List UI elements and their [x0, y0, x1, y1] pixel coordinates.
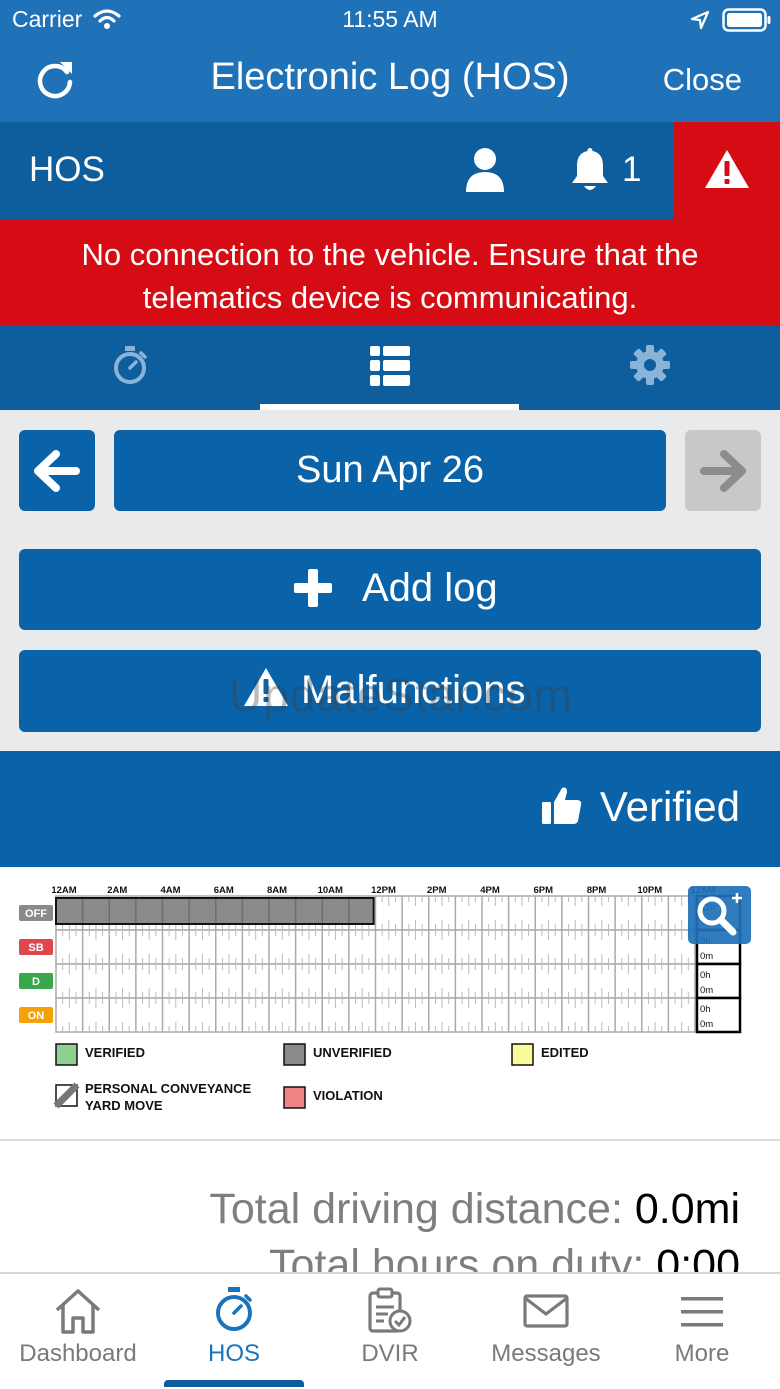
time-label: 2PM	[427, 885, 447, 896]
nav-dvir[interactable]: DVIR	[312, 1274, 468, 1387]
legend-yard-move: YARD MOVE	[85, 1098, 163, 1113]
time-label: 6PM	[533, 885, 553, 896]
row-total-minutes: 0m	[700, 985, 713, 996]
verified-label: Verified	[599, 783, 740, 830]
nav-dashboard[interactable]: Dashboard	[0, 1274, 156, 1387]
row-label-off: OFF	[25, 908, 47, 920]
time-label: 10PM	[637, 885, 662, 896]
battery-icon	[722, 8, 771, 32]
nav-more-label: More	[674, 1340, 730, 1367]
row-label-sb: SB	[28, 942, 43, 954]
time-label: 8PM	[587, 885, 607, 896]
time-label: 12PM	[371, 885, 396, 896]
selected-date: Sun Apr 26	[295, 449, 485, 491]
time-label: 2AM	[107, 885, 127, 896]
driving-distance-value: 0.0mi	[634, 1185, 740, 1233]
nav-hos[interactable]: HOS	[156, 1274, 312, 1387]
alert-button[interactable]	[674, 122, 780, 219]
nav-dashboard-label: Dashboard	[19, 1340, 137, 1367]
add-log-button[interactable]: Add log	[19, 549, 761, 630]
status-bar: 11:55 AM Carrier	[0, 0, 780, 40]
row-total-minutes: 0m	[700, 1019, 713, 1030]
nav-dvir-label: DVIR	[361, 1340, 419, 1367]
nav-messages[interactable]: Messages	[468, 1274, 624, 1387]
arrow-left-icon	[34, 450, 80, 492]
app-header: Electronic Log (HOS) Close	[0, 40, 780, 122]
tab-logs[interactable]	[370, 346, 410, 386]
warning-icon	[705, 150, 749, 188]
time-label: 10AM	[318, 885, 343, 896]
bell-icon[interactable]	[569, 146, 611, 194]
total-driving-distance: Total driving distance: 0.0mi	[209, 1185, 740, 1234]
legend-verified-swatch	[55, 1043, 78, 1066]
zoom-button[interactable]	[688, 886, 751, 944]
bottom-navigation: Dashboard HOS DVIR Messages More	[0, 1272, 780, 1389]
plus-icon	[294, 569, 332, 607]
hos-bar: HOS 1	[0, 122, 780, 219]
wifi-icon	[93, 9, 121, 29]
legend-unverified-swatch	[283, 1043, 306, 1066]
verified-status-bar[interactable]: Verified	[0, 751, 780, 867]
close-button[interactable]: Close	[663, 62, 742, 98]
menu-icon	[681, 1297, 723, 1327]
time-label: 6AM	[214, 885, 234, 896]
hours-on-duty-value: 0:00	[656, 1241, 740, 1272]
active-nav-indicator	[164, 1380, 304, 1387]
tab-settings[interactable]	[630, 345, 670, 385]
connection-warning-banner: No connection to the vehicle. Ensure tha…	[0, 219, 780, 326]
legend-verified: VERIFIED	[85, 1045, 145, 1060]
hours-on-duty-label: Total hours on duty:	[269, 1241, 645, 1272]
legend-violation: VIOLATION	[313, 1088, 383, 1103]
off-duty-bar	[55, 897, 375, 925]
hos-section-label: HOS	[29, 150, 105, 189]
notification-count[interactable]: 1	[622, 150, 641, 190]
time-label: 4PM	[480, 885, 500, 896]
hos-log-graph: 12AM 2AM 4AM 6AM 8AM 10AM 12PM 2PM 4PM 6PM 8PM 10PM…	[0, 867, 780, 1139]
row-label-d: D	[32, 976, 40, 988]
legend-edited-swatch	[511, 1043, 534, 1066]
stopwatch-icon	[216, 1287, 252, 1331]
thumbs-up-icon	[542, 787, 582, 824]
time-label: 12AM	[51, 885, 76, 896]
hos-graph-chart: 12AM 2AM 4AM 6AM 8AM 10AM 12PM 2PM 4PM 6PM 8PM 10PM…	[19, 885, 751, 1113]
legend-personal-conveyance: PERSONAL CONVEYANCE	[85, 1081, 251, 1096]
row-label-on: ON	[28, 1010, 45, 1022]
envelope-icon	[523, 1294, 569, 1328]
next-day-button	[685, 430, 761, 511]
legend-violation-swatch	[283, 1086, 306, 1109]
arrow-right-icon	[700, 450, 746, 492]
legend-edited: EDITED	[541, 1045, 589, 1060]
time-label: 8AM	[267, 885, 287, 896]
hos-tabs	[0, 326, 780, 410]
banner-message: No connection to the vehicle. Ensure tha…	[81, 237, 699, 315]
nav-more[interactable]: More	[624, 1274, 780, 1387]
time-label: 4AM	[160, 885, 180, 896]
home-icon	[55, 1289, 101, 1334]
location-arrow-icon	[690, 10, 710, 30]
active-tab-indicator	[260, 404, 519, 410]
nav-hos-label: HOS	[207, 1340, 260, 1367]
total-hours-on-duty: Total hours on duty: 0:00	[269, 1241, 740, 1272]
driving-distance-label: Total driving distance:	[209, 1185, 623, 1233]
date-selector[interactable]: Sun Apr 26	[114, 430, 666, 511]
row-total-minutes: 0m	[700, 951, 713, 962]
tab-timer[interactable]	[112, 345, 148, 385]
carrier-name: Carrier	[12, 6, 83, 32]
user-icon[interactable]	[464, 147, 506, 193]
totals-section: Total driving distance: 0.0mi Total hour…	[0, 1141, 780, 1272]
clipboard-check-icon	[368, 1287, 412, 1333]
nav-messages-label: Messages	[491, 1340, 601, 1367]
legend-unverified: UNVERIFIED	[313, 1045, 392, 1060]
watermark: UpdateStar.com	[229, 669, 573, 721]
previous-day-button[interactable]	[19, 430, 95, 511]
legend-personal-conveyance-swatch	[53, 1082, 80, 1109]
add-log-label: Add log	[362, 566, 498, 610]
row-total-hours: 0h	[700, 1004, 711, 1015]
row-total-hours: 0h	[700, 970, 711, 981]
